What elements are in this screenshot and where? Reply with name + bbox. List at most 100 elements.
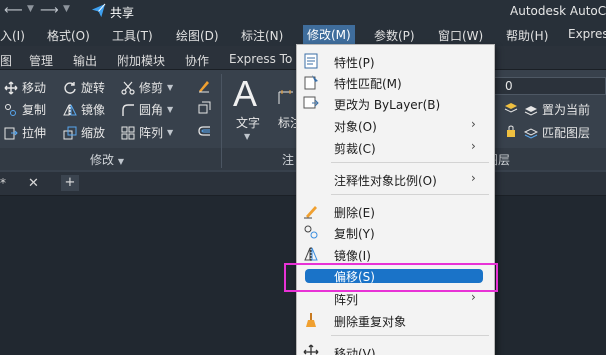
annotation-panel-title[interactable]: 注 <box>282 151 294 168</box>
mirror-icon <box>304 247 318 261</box>
menu-item-mirror[interactable]: 镜像(I) <box>297 243 494 265</box>
move-tool-button[interactable]: 移动 <box>4 79 46 96</box>
fillet-icon <box>122 103 134 116</box>
copy-icon <box>304 225 318 239</box>
menu-format[interactable]: 格式(O) <box>47 27 90 44</box>
menu-parametric[interactable]: 参数(P) <box>374 27 415 44</box>
fillet-dropdown-icon[interactable]: ▼ <box>167 105 173 114</box>
menu-item-label: 特性(P) <box>334 56 375 70</box>
rotate-tool-button[interactable]: 旋转 <box>63 79 105 96</box>
modify-panel-dropdown-icon: ▼ <box>117 157 124 166</box>
move-icon <box>303 344 319 355</box>
rotate-tool-label: 旋转 <box>81 81 106 95</box>
menu-item-annotative-scale[interactable]: 注释性对象比例(O) › <box>297 168 494 190</box>
scale-tool-label: 缩放 <box>81 126 106 140</box>
trim-tool-label: 修剪 <box>139 81 164 95</box>
menu-item-object[interactable]: 对象(O) › <box>297 114 494 136</box>
undo-arrow-icon[interactable]: ⟵ <box>4 3 23 18</box>
layer-stack-icon <box>504 103 518 113</box>
scissors-icon <box>121 81 135 95</box>
trim-tool-button[interactable]: 修剪 ▼ <box>121 79 173 96</box>
tab-view[interactable]: 图 <box>0 52 12 69</box>
submenu-chevron-icon: › <box>471 117 476 131</box>
text-dropdown-icon[interactable]: ▼ <box>244 132 250 141</box>
menu-item-properties[interactable]: 特性(P) <box>297 50 494 72</box>
match-layer-button[interactable]: 匹配图层 <box>524 124 590 141</box>
menu-modify[interactable]: 修改(M) <box>303 25 355 44</box>
menu-tools[interactable]: 工具(T) <box>112 27 153 44</box>
close-tab-icon[interactable]: ✕ <box>28 176 39 191</box>
menu-draw[interactable]: 绘图(D) <box>176 27 219 44</box>
copy-tool-button[interactable]: 复制 <box>4 101 46 118</box>
menu-divider <box>331 335 489 336</box>
menu-item-label: 删除(E) <box>334 206 375 220</box>
menu-item-change-to-bylayer[interactable]: 更改为 ByLayer(B) <box>297 92 494 114</box>
menu-item-clip[interactable]: 剪裁(C) › <box>297 136 494 158</box>
menu-item-delete-duplicates[interactable]: 删除重复对象 <box>297 309 494 331</box>
text-tool-label[interactable]: 文字 <box>236 114 260 131</box>
menu-insert[interactable]: 入(I) <box>0 27 25 44</box>
set-current-label: 置为当前 <box>542 103 591 117</box>
array-dropdown-icon[interactable]: ▼ <box>167 128 173 137</box>
menu-item-label: 特性匹配(M) <box>334 77 402 91</box>
mirror-tool-button[interactable]: 镜像 <box>63 101 105 118</box>
layer-lock-icon <box>507 125 515 137</box>
offset-ribbon-icon[interactable] <box>197 124 211 138</box>
layer-value: 0 <box>505 79 513 93</box>
copy-icon <box>5 103 16 116</box>
submenu-chevron-icon: › <box>471 290 476 304</box>
menu-item-move[interactable]: 移动(V) <box>297 341 494 355</box>
menu-help[interactable]: 帮助(H) <box>506 27 548 44</box>
menu-item-erase[interactable]: 删除(E) <box>297 200 494 222</box>
undo-dropdown-icon[interactable]: ▼ <box>27 4 34 14</box>
layer-dropdown[interactable]: 0 <box>492 77 606 95</box>
stretch-tool-label: 拉伸 <box>22 126 47 140</box>
submenu-chevron-icon: › <box>471 171 476 185</box>
move-tool-label: 移动 <box>22 81 47 95</box>
dimension-icon[interactable] <box>277 88 295 106</box>
menu-item-label: 注释性对象比例(O) <box>334 174 437 188</box>
set-current-layer-button[interactable]: 置为当前 <box>524 101 590 118</box>
share-icon[interactable] <box>91 3 106 18</box>
share-button[interactable]: 共享 <box>110 4 134 21</box>
overkill-icon <box>306 313 316 327</box>
stretch-tool-button[interactable]: 拉伸 <box>4 124 46 141</box>
menu-express[interactable]: Expres <box>568 27 606 41</box>
pencil-icon[interactable] <box>197 79 211 93</box>
document-tab-marker: * <box>0 176 6 190</box>
modify-panel-title[interactable]: 修改 ▼ <box>90 151 124 168</box>
menu-divider <box>331 194 489 195</box>
menu-divider <box>331 162 489 163</box>
fillet-tool-button[interactable]: 圆角 ▼ <box>121 101 173 118</box>
array-tool-button[interactable]: 阵列 ▼ <box>121 124 173 141</box>
tab-addins[interactable]: 附加模块 <box>117 52 165 69</box>
mirror-tool-label: 镜像 <box>81 103 106 117</box>
tab-collaborate[interactable]: 协作 <box>185 52 209 69</box>
modify-panel-title-text: 修改 <box>90 153 115 167</box>
redo-dropdown-icon[interactable]: ▼ <box>63 4 70 14</box>
menu-item-copy[interactable]: 复制(Y) <box>297 221 494 243</box>
menu-item-label: 删除重复对象 <box>334 315 407 329</box>
new-tab-button[interactable]: + <box>61 175 79 191</box>
scale-tool-button[interactable]: 缩放 <box>63 124 105 141</box>
submenu-chevron-icon: › <box>471 139 476 153</box>
menu-window[interactable]: 窗口(W) <box>438 27 483 44</box>
match-layer-icon <box>524 127 538 139</box>
tab-manage[interactable]: 管理 <box>29 52 53 69</box>
redo-arrow-icon[interactable]: ⟶ <box>40 3 59 18</box>
tab-output[interactable]: 输出 <box>73 52 97 69</box>
tab-express-tools[interactable]: Express To <box>229 52 292 66</box>
match-layer-label: 匹配图层 <box>542 126 591 140</box>
menu-item-label: 镜像(I) <box>334 249 371 263</box>
array-icon <box>121 126 135 139</box>
highlight-annotation-box <box>284 263 498 292</box>
menu-item-match-properties[interactable]: 特性匹配(M) <box>297 71 494 93</box>
properties-icon <box>304 53 318 69</box>
trim-dropdown-icon[interactable]: ▼ <box>167 83 173 92</box>
copy-tool-label: 复制 <box>22 103 47 117</box>
mirror-icon <box>63 103 77 116</box>
menu-item-label: 对象(O) <box>334 120 377 134</box>
menu-dimension[interactable]: 标注(N) <box>241 27 283 44</box>
explode-icon[interactable] <box>197 101 211 115</box>
text-tool-icon[interactable]: A <box>233 74 257 114</box>
